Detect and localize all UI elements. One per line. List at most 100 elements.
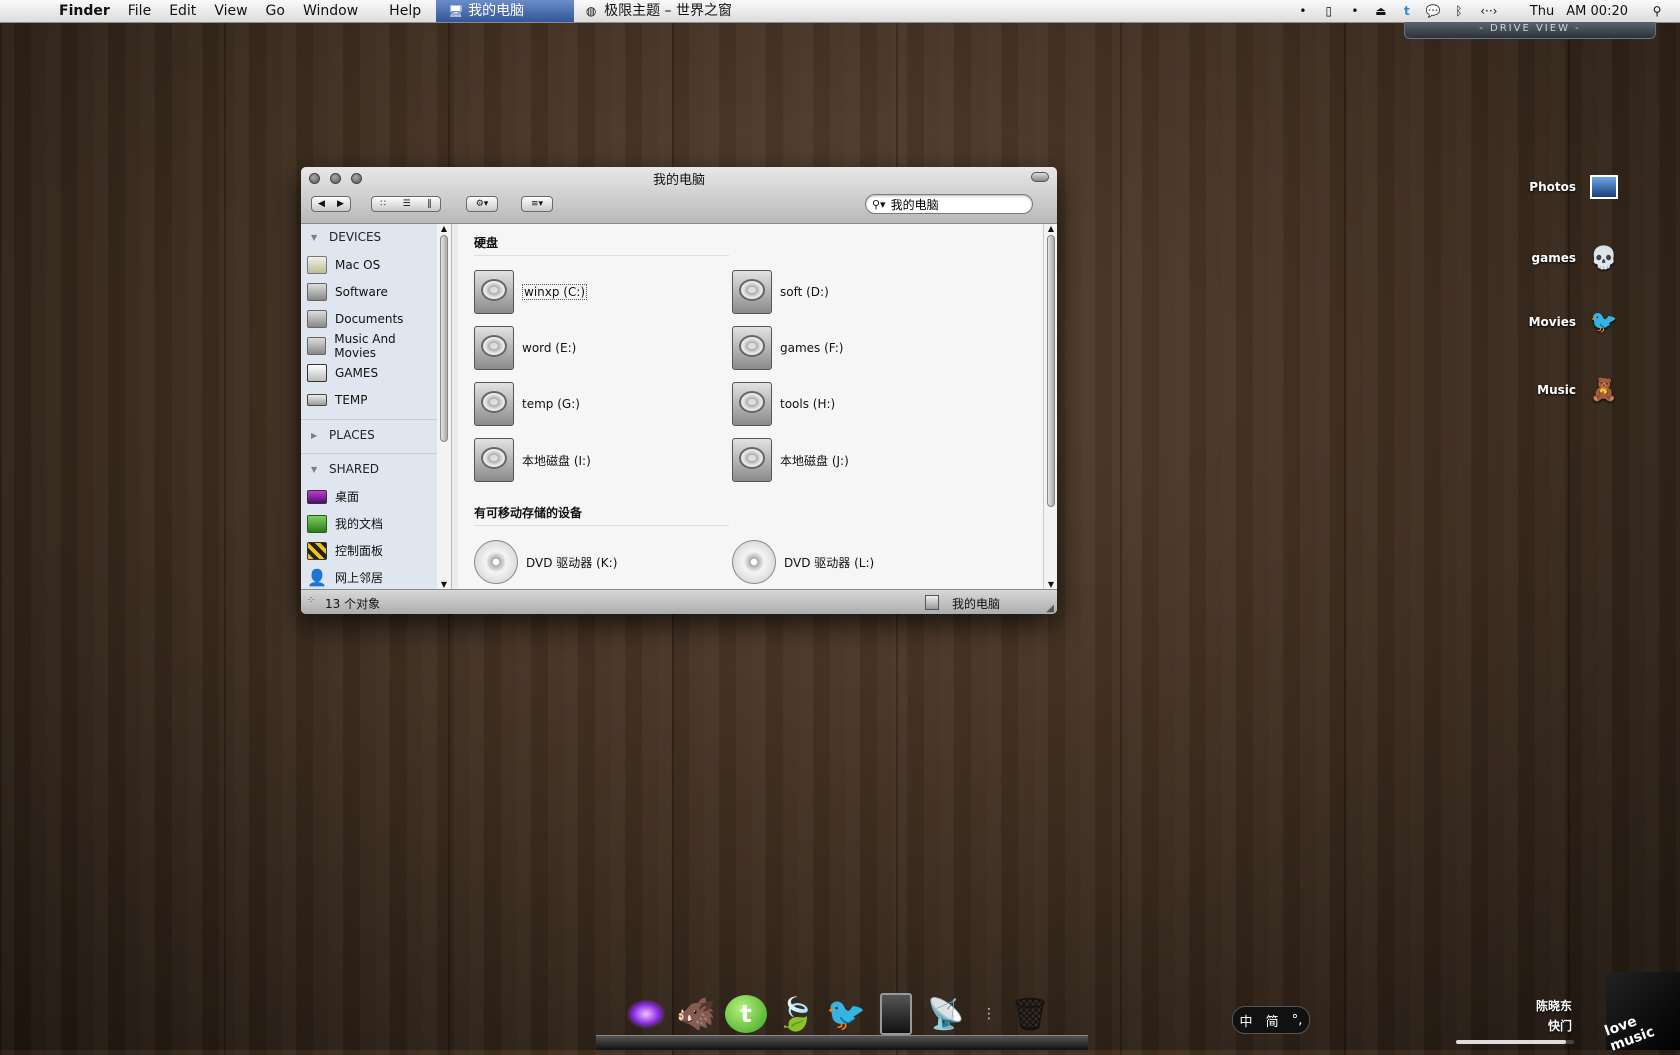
menu-edit[interactable]: Edit — [160, 0, 205, 22]
scroll-up-arrow-icon[interactable]: ▲ — [437, 224, 451, 233]
scroll-thumb[interactable] — [1047, 235, 1055, 507]
drive-label: DVD 驱动器 (L:) — [784, 555, 875, 570]
sidebar-item-label: Mac OS — [335, 257, 381, 272]
action-menu-button[interactable]: ⚙▾ — [466, 196, 498, 212]
window-titlebar[interactable]: 我的电脑 ◀ ▶ ∷ ☰ ‖ ⚙▾ ≡▾ ⚲▾ — [301, 167, 1057, 224]
drive-label: DVD 驱动器 (K:) — [526, 555, 618, 570]
menu-go[interactable]: Go — [257, 0, 294, 22]
sidebar-item-temp[interactable]: TEMP — [301, 386, 437, 413]
drive-item[interactable]: soft (D:) — [732, 270, 990, 314]
sidebar-item-my-documents[interactable]: 我的文档 — [301, 510, 437, 537]
leaf-icon[interactable]: 🍃 — [772, 990, 820, 1038]
drive-item[interactable]: 本地磁盘 (J:) — [732, 438, 990, 482]
sidebar-item-documents[interactable]: Documents — [301, 305, 437, 332]
sidebar-header-shared[interactable]: ▼ SHARED — [301, 456, 437, 483]
drive-item[interactable]: tools (H:) — [732, 382, 990, 426]
clock-time[interactable]: AM 00:20 — [1566, 4, 1628, 19]
now-playing[interactable]: 陈晓东 快门 — [1536, 996, 1572, 1036]
scroll-down-arrow-icon[interactable]: ▼ — [437, 580, 451, 589]
arrange-menu-button[interactable]: ≡▾ — [521, 196, 553, 212]
ipad-icon[interactable] — [872, 990, 920, 1038]
menu-file[interactable]: File — [119, 0, 160, 22]
ime-chinese-toggle[interactable]: 中 — [1240, 1011, 1253, 1030]
now-playing-progress[interactable] — [1456, 1040, 1574, 1044]
menu-window[interactable]: Window — [294, 0, 380, 22]
desktop-folder-photos[interactable]: Photos — [1529, 173, 1618, 201]
active-window-tab[interactable]: 🖥 我的电脑 — [436, 0, 575, 22]
phone-icon[interactable]: ▯ — [1322, 4, 1336, 18]
bullet-icon[interactable]: • — [1296, 4, 1310, 18]
search-input[interactable] — [888, 196, 1023, 212]
main-scrollbar[interactable]: ▲ ▼ — [1043, 224, 1057, 589]
trash-icon[interactable]: 🗑 — [1006, 990, 1054, 1038]
spotlight-icon[interactable]: ⚲ — [1650, 4, 1664, 18]
album-art[interactable]: love music — [1603, 972, 1680, 1055]
drive-item[interactable]: DVD 驱动器 (L:) — [732, 540, 990, 584]
sidebar-header-devices[interactable]: ▼ DEVICES — [301, 224, 437, 251]
finder-window: 我的电脑 ◀ ▶ ∷ ☰ ‖ ⚙▾ ≡▾ ⚲▾ ▼ DEVICES Mac O — [301, 167, 1057, 614]
forward-arrow-icon[interactable]: ▶ — [337, 199, 344, 209]
icon-view-icon[interactable]: ∷ — [380, 199, 386, 209]
resize-grip-icon[interactable]: ⁘ — [307, 595, 315, 606]
bird-nest-icon[interactable]: 🐦 — [822, 990, 870, 1038]
browser-window-tab[interactable]: ◍ 极限主题 – 世界之窗 — [574, 0, 742, 22]
ime-simplified-toggle[interactable]: 简 — [1266, 1011, 1279, 1030]
gear-icon: ⚙▾ — [475, 199, 489, 209]
scroll-up-arrow-icon[interactable]: ▲ — [1044, 224, 1057, 233]
sidebar-item-software[interactable]: Software — [301, 278, 437, 305]
clock-day[interactable]: Thu — [1530, 4, 1554, 19]
fireworks-icon[interactable] — [622, 990, 670, 1038]
drive-item[interactable]: games (F:) — [732, 326, 990, 370]
boar-icon[interactable]: 🐗 — [672, 990, 720, 1038]
drive-icon — [307, 309, 327, 328]
search-field[interactable]: ⚲▾ — [865, 194, 1033, 214]
drive-item[interactable]: DVD 驱动器 (K:) — [474, 540, 732, 584]
sidebar-item-network[interactable]: 👤 网上邻居 — [301, 564, 437, 591]
desktop-folder-movies[interactable]: Movies 🐦 — [1529, 308, 1618, 336]
scroll-down-arrow-icon[interactable]: ▼ — [1044, 580, 1057, 589]
sidebar-item-mac-os[interactable]: Mac OS — [301, 251, 437, 278]
chat-icon[interactable]: 💬 — [1426, 4, 1441, 18]
desktop-folder-games[interactable]: games 💀 — [1532, 244, 1618, 272]
disclosure-triangle-icon[interactable]: ▼ — [311, 224, 323, 251]
drive-item[interactable]: word (E:) — [474, 326, 732, 370]
back-arrow-icon[interactable]: ◀ — [318, 199, 325, 209]
sidebar-item-games[interactable]: GAMES — [301, 359, 437, 386]
sidebar-item-control-panel[interactable]: 控制面板 — [301, 537, 437, 564]
menu-view[interactable]: View — [205, 0, 256, 22]
resize-handle-icon[interactable]: ◢ — [1046, 603, 1054, 614]
twitter-icon[interactable]: t — [1400, 4, 1414, 18]
bluetooth-icon[interactable]: ᛒ — [1452, 4, 1466, 18]
drive-view-widget[interactable]: - DRIVE VIEW - — [1404, 22, 1656, 39]
drive-label: winxp (C:) — [522, 284, 588, 300]
drive-item[interactable]: winxp (C:) — [474, 270, 732, 314]
sidebar-item-desktop[interactable]: 桌面 — [301, 483, 437, 510]
list-view-icon[interactable]: ☰ — [403, 199, 411, 209]
album-art-text: love music — [1602, 1013, 1657, 1055]
sidebar-header-label: PLACES — [329, 428, 375, 442]
disclosure-triangle-icon[interactable]: ▼ — [311, 456, 323, 483]
chat-bubble-icon[interactable]: t — [722, 990, 770, 1038]
disclosure-triangle-icon[interactable]: ▶ — [311, 422, 323, 449]
ime-punctuation-toggle[interactable]: °, — [1292, 1013, 1303, 1028]
drive-item[interactable]: 本地磁盘 (I:) — [474, 438, 732, 482]
sidebar-header-places[interactable]: ▶ PLACES — [301, 422, 437, 449]
cards-drive-icon — [307, 363, 327, 382]
sidebar-item-music-and-movies[interactable]: Music And Movies — [301, 332, 437, 360]
menu-help[interactable]: Help — [380, 0, 430, 22]
sidebar-scrollbar[interactable]: ▲ ▼ — [437, 224, 452, 589]
file-browser: 硬盘 winxp (C:) soft (D:) word (E:) games … — [458, 224, 1043, 589]
desktop-folder-music[interactable]: Music 🧸 — [1537, 376, 1618, 404]
airport-icon[interactable]: 📡 — [922, 990, 970, 1038]
scroll-thumb[interactable] — [440, 235, 448, 442]
bullet-icon[interactable]: • — [1348, 4, 1362, 18]
input-method-bar[interactable]: 中 简 °, — [1232, 1006, 1310, 1034]
eject-icon[interactable]: ⏏ — [1374, 4, 1388, 18]
column-view-icon[interactable]: ‖ — [427, 199, 432, 209]
drive-item[interactable]: temp (G:) — [474, 382, 732, 426]
toolbar-toggle-button[interactable] — [1031, 172, 1049, 182]
menu-app-finder[interactable]: Finder — [50, 0, 119, 22]
arrange-icon: ≡▾ — [530, 199, 544, 209]
network-arrows-icon[interactable]: ‹··› — [1478, 4, 1500, 18]
evernote-icon — [307, 514, 327, 533]
